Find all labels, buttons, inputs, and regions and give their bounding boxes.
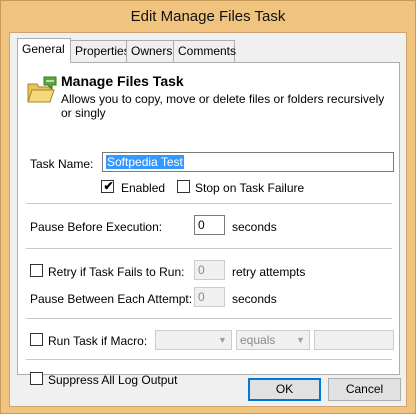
folder-copy-icon xyxy=(26,75,60,105)
task-description: Allows you to copy, move or delete files… xyxy=(61,92,385,120)
retry-attempts-input[interactable]: 0 xyxy=(194,260,225,280)
macro-compare-input[interactable] xyxy=(314,330,394,350)
tab-owners[interactable]: Owners xyxy=(126,40,174,62)
suppress-log-label: Suppress All Log Output xyxy=(48,373,178,387)
enabled-label: Enabled xyxy=(121,181,166,195)
suppress-log-checkbox[interactable] xyxy=(30,372,43,385)
retry-label: Retry if Task Fails to Run: xyxy=(48,265,185,279)
task-heading: Manage Files Task xyxy=(61,73,184,89)
ok-button[interactable]: OK xyxy=(248,378,321,401)
tab-general[interactable]: General xyxy=(17,38,71,63)
macro-select[interactable]: ▼ xyxy=(155,330,232,350)
chevron-down-icon: ▼ xyxy=(296,335,305,345)
separator xyxy=(26,203,392,204)
pause-before-input[interactable]: 0 xyxy=(194,215,225,235)
cancel-button[interactable]: Cancel xyxy=(328,378,401,401)
stop-on-failure-label: Stop on Task Failure xyxy=(195,181,305,195)
task-name-input[interactable]: Softpedia Test xyxy=(102,152,394,172)
chevron-down-icon: ▼ xyxy=(218,335,227,345)
dialog-window: Edit Manage Files Task General Propertie… xyxy=(0,0,416,414)
window-title: Edit Manage Files Task xyxy=(130,8,286,25)
separator xyxy=(26,248,392,249)
pause-before-label: Pause Before Execution: xyxy=(30,220,163,234)
checkmark-icon: ✔ xyxy=(103,179,114,193)
tab-comments[interactable]: Comments xyxy=(173,40,236,62)
pause-between-label: Pause Between Each Attempt: xyxy=(30,292,193,306)
stop-on-failure-checkbox[interactable] xyxy=(177,180,190,193)
retry-attempts-unit: retry attempts xyxy=(232,265,306,279)
pause-between-input[interactable]: 0 xyxy=(194,287,225,307)
tab-panel-general: Manage Files Task Allows you to copy, mo… xyxy=(17,62,400,387)
operator-select-value: equals xyxy=(240,333,276,347)
pause-between-unit: seconds xyxy=(232,292,277,306)
retry-checkbox[interactable] xyxy=(30,264,43,277)
separator xyxy=(26,359,392,360)
operator-select[interactable]: equals ▼ xyxy=(236,330,310,350)
task-name-label: Task Name: xyxy=(30,157,94,171)
tab-properties[interactable]: Properties xyxy=(70,40,130,62)
run-if-macro-label: Run Task if Macro: xyxy=(48,334,148,348)
pause-before-unit: seconds xyxy=(232,220,277,234)
dialog-client: General Properties Owners Comments Manag… xyxy=(9,32,407,407)
enabled-checkbox[interactable]: ✔ xyxy=(101,179,114,193)
task-name-value: Softpedia Test xyxy=(106,155,184,169)
run-if-macro-checkbox[interactable] xyxy=(30,333,43,346)
separator xyxy=(26,318,392,319)
